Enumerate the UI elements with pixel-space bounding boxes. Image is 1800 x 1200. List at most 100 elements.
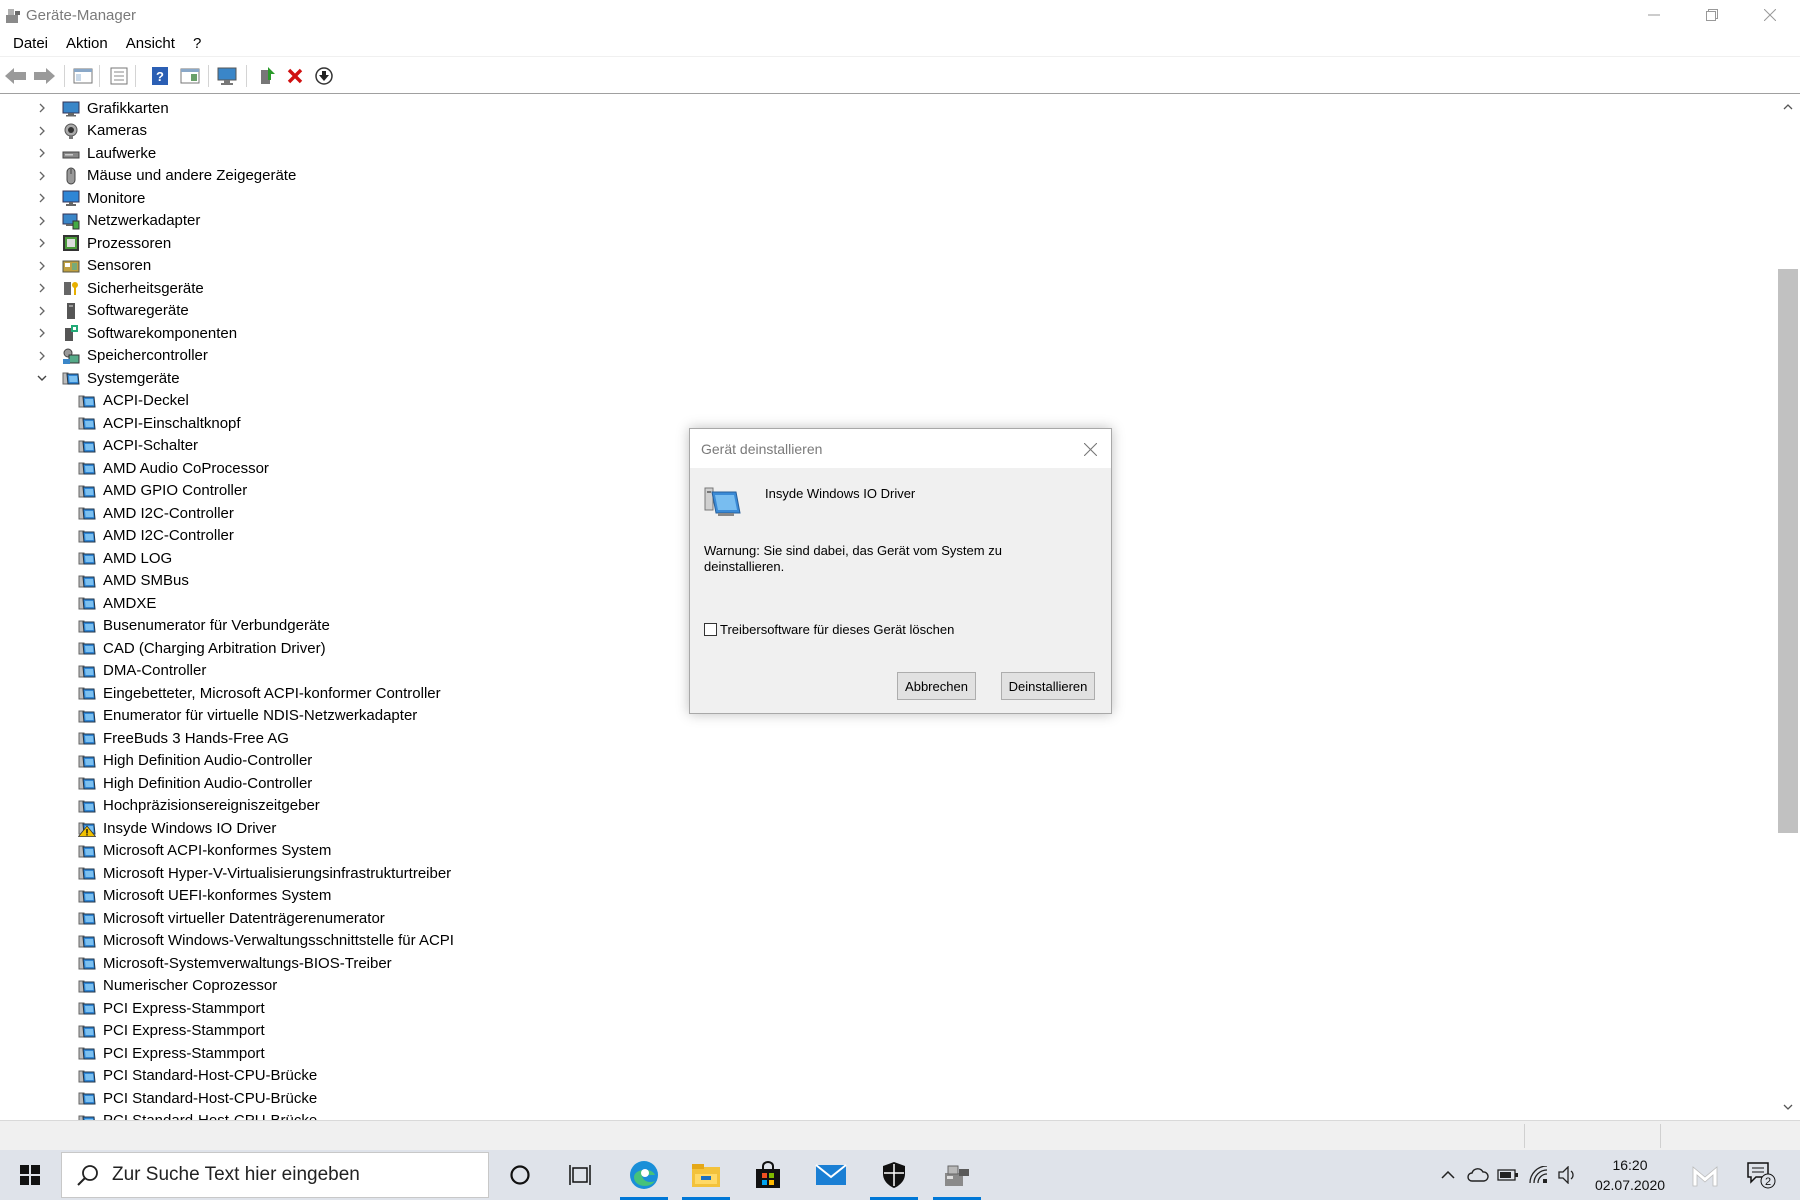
- tree-item-label[interactable]: Laufwerke: [87, 145, 156, 162]
- tree-device-item[interactable]: CAD (Charging Arbitration Driver): [78, 637, 326, 659]
- edge-taskbar-button[interactable]: [614, 1150, 674, 1200]
- expand-toggle[interactable]: [34, 213, 50, 229]
- scan-hardware-button[interactable]: [216, 64, 240, 88]
- tree-item-label[interactable]: Microsoft Windows-Verwaltungsschnittstel…: [103, 932, 454, 949]
- tree-item-label[interactable]: AMD I2C-Controller: [103, 505, 234, 522]
- tree-category-expanded[interactable]: Systemgeräte: [34, 367, 180, 389]
- tree-item-label[interactable]: Eingebetteter, Microsoft ACPI-konformer …: [103, 685, 441, 702]
- forward-button[interactable]: [32, 64, 56, 88]
- tree-category[interactable]: Softwaregeräte: [34, 300, 189, 322]
- delete-driver-checkbox[interactable]: [704, 623, 717, 636]
- taskbar-clock[interactable]: 16:20 02.07.2020: [1575, 1155, 1685, 1195]
- tree-item-label[interactable]: Grafikkarten: [87, 100, 169, 117]
- restore-button[interactable]: [1683, 0, 1741, 30]
- tree-item-label[interactable]: Systemgeräte: [87, 370, 180, 387]
- tree-device-item[interactable]: AMD GPIO Controller: [78, 480, 247, 502]
- expand-toggle[interactable]: [34, 190, 50, 206]
- tree-item-label[interactable]: AMD SMBus: [103, 572, 189, 589]
- action-pane-button[interactable]: [178, 64, 202, 88]
- tree-device-item[interactable]: PCI Standard-Host-CPU-Brücke: [78, 1087, 317, 1109]
- tree-item-label[interactable]: Microsoft virtueller Datenträgerenumerat…: [103, 910, 385, 927]
- tree-item-label[interactable]: High Definition Audio-Controller: [103, 775, 312, 792]
- tree-item-label[interactable]: Insyde Windows IO Driver: [103, 820, 276, 837]
- device-manager-taskbar-button[interactable]: [927, 1150, 987, 1200]
- tree-device-item[interactable]: AMD LOG: [78, 547, 172, 569]
- tree-device-item[interactable]: DMA-Controller: [78, 660, 206, 682]
- tree-device-item[interactable]: AMD I2C-Controller: [78, 502, 234, 524]
- tree-device-item[interactable]: PCI Express-Stammport: [78, 1020, 265, 1042]
- uninstall-device-button[interactable]: [283, 64, 307, 88]
- tree-category[interactable]: Mäuse und andere Zeigegeräte: [34, 165, 296, 187]
- tree-category[interactable]: Sensoren: [34, 255, 151, 277]
- tree-device-item[interactable]: Busenumerator für Verbundgeräte: [78, 615, 330, 637]
- tree-item-label[interactable]: AMDXE: [103, 595, 156, 612]
- tree-device-item[interactable]: Numerischer Coprozessor: [78, 975, 277, 997]
- properties-button[interactable]: [107, 64, 131, 88]
- tree-category[interactable]: Speichercontroller: [34, 345, 208, 367]
- tree-item-label[interactable]: AMD I2C-Controller: [103, 527, 234, 544]
- tree-item-label[interactable]: Microsoft ACPI-konformes System: [103, 842, 331, 859]
- tree-item-label[interactable]: PCI Express-Stammport: [103, 1000, 265, 1017]
- tree-device-item[interactable]: Microsoft Hyper-V-Virtualisierungsinfras…: [78, 862, 451, 884]
- tree-device-item[interactable]: AMD SMBus: [78, 570, 189, 592]
- tree-item-label[interactable]: Speichercontroller: [87, 347, 208, 364]
- scroll-down-arrow-icon[interactable]: [1776, 1098, 1800, 1116]
- tree-item-label[interactable]: Sicherheitsgeräte: [87, 280, 204, 297]
- store-button[interactable]: [738, 1150, 798, 1200]
- expand-toggle[interactable]: [34, 348, 50, 364]
- menu-help[interactable]: ?: [184, 31, 210, 56]
- tree-item-label[interactable]: Softwaregeräte: [87, 302, 189, 319]
- tree-item-label[interactable]: Softwarekomponenten: [87, 325, 237, 342]
- tree-category[interactable]: Netzwerkadapter: [34, 210, 200, 232]
- minimize-button[interactable]: [1625, 0, 1683, 30]
- file-explorer-button[interactable]: [676, 1150, 736, 1200]
- console-tree-button[interactable]: [71, 64, 95, 88]
- uninstall-button[interactable]: Deinstallieren: [1001, 672, 1095, 700]
- tree-item-label[interactable]: AMD GPIO Controller: [103, 482, 247, 499]
- tree-category[interactable]: Kameras: [34, 120, 147, 142]
- tree-device-item[interactable]: Enumerator für virtuelle NDIS-Netzwerkad…: [78, 705, 417, 727]
- tree-item-label[interactable]: ACPI-Einschaltknopf: [103, 415, 241, 432]
- tree-device-item[interactable]: AMD Audio CoProcessor: [78, 457, 269, 479]
- search-placeholder[interactable]: Zur Suche Text hier eingeben: [112, 1164, 360, 1186]
- tree-device-item[interactable]: Microsoft UEFI-konformes System: [78, 885, 331, 907]
- tree-item-label[interactable]: Enumerator für virtuelle NDIS-Netzwerkad…: [103, 707, 417, 724]
- expand-toggle[interactable]: [34, 303, 50, 319]
- tree-device-item[interactable]: Eingebetteter, Microsoft ACPI-konformer …: [78, 682, 441, 704]
- tree-item-label[interactable]: Kameras: [87, 122, 147, 139]
- close-window-button[interactable]: [1741, 0, 1799, 30]
- tree-item-label[interactable]: PCI Express-Stammport: [103, 1022, 265, 1039]
- dialog-close-button[interactable]: [1079, 438, 1101, 460]
- expand-toggle[interactable]: [34, 235, 50, 251]
- tree-device-item[interactable]: ACPI-Schalter: [78, 435, 198, 457]
- mail-button[interactable]: [801, 1150, 861, 1200]
- tree-item-label[interactable]: Monitore: [87, 190, 145, 207]
- expand-toggle[interactable]: [34, 370, 50, 386]
- tree-category[interactable]: Monitore: [34, 187, 145, 209]
- tree-device-item[interactable]: PCI Express-Stammport: [78, 997, 265, 1019]
- tree-item-label[interactable]: PCI Express-Stammport: [103, 1045, 265, 1062]
- tree-item-label[interactable]: Microsoft UEFI-konformes System: [103, 887, 331, 904]
- onedrive-tray-button[interactable]: [1466, 1163, 1490, 1187]
- expand-toggle[interactable]: [34, 325, 50, 341]
- vertical-scrollbar[interactable]: [1776, 95, 1800, 1120]
- tree-item-label[interactable]: Microsoft-Systemverwaltungs-BIOS-Treiber: [103, 955, 392, 972]
- tree-item-label[interactable]: Microsoft Hyper-V-Virtualisierungsinfras…: [103, 865, 451, 882]
- tree-device-item[interactable]: Microsoft virtueller Datenträgerenumerat…: [78, 907, 385, 929]
- logo-tray-button[interactable]: [1692, 1163, 1718, 1189]
- expand-toggle[interactable]: [34, 258, 50, 274]
- menu-aktion[interactable]: Aktion: [57, 31, 117, 56]
- expand-toggle[interactable]: [34, 100, 50, 116]
- tree-item-label[interactable]: High Definition Audio-Controller: [103, 752, 312, 769]
- action-center-button[interactable]: 2: [1746, 1160, 1776, 1190]
- tree-device-item[interactable]: AMD I2C-Controller: [78, 525, 234, 547]
- show-hidden-icons-button[interactable]: [1436, 1163, 1460, 1187]
- tree-item-label[interactable]: ACPI-Schalter: [103, 437, 198, 454]
- tree-item-label[interactable]: DMA-Controller: [103, 662, 206, 679]
- disable-device-button[interactable]: [312, 64, 336, 88]
- tree-item-label[interactable]: Netzwerkadapter: [87, 212, 200, 229]
- expand-toggle[interactable]: [34, 123, 50, 139]
- tree-device-item[interactable]: High Definition Audio-Controller: [78, 750, 312, 772]
- tree-category[interactable]: Sicherheitsgeräte: [34, 277, 204, 299]
- expand-toggle[interactable]: [34, 145, 50, 161]
